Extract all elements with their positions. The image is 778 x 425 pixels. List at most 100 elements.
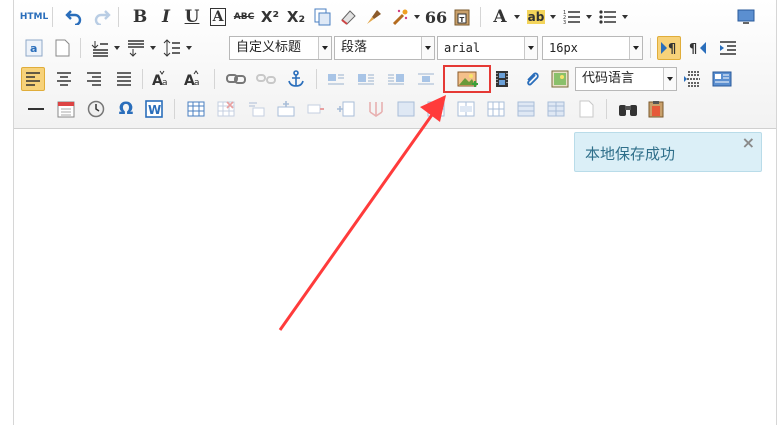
template-button[interactable] xyxy=(710,67,734,91)
redo-button[interactable] xyxy=(90,5,114,29)
align-justify-icon xyxy=(117,72,131,86)
row-spacing-bottom-button[interactable] xyxy=(124,36,148,60)
insert-video-button[interactable] xyxy=(490,67,514,91)
fullscreen-button[interactable] xyxy=(734,5,758,29)
format-brush-button[interactable] xyxy=(362,5,386,29)
insert-row-button[interactable] xyxy=(274,97,298,121)
chevron-down-icon[interactable] xyxy=(150,46,156,50)
split-rows-button[interactable] xyxy=(514,97,538,121)
unordered-list-icon xyxy=(599,10,616,24)
undo-button[interactable] xyxy=(62,5,86,29)
insert-table-button[interactable] xyxy=(184,97,208,121)
delete-table-icon xyxy=(217,101,235,117)
link-button[interactable] xyxy=(224,67,248,91)
chevron-down-icon[interactable] xyxy=(421,37,434,59)
delete-col-button[interactable] xyxy=(364,97,388,121)
direction-button[interactable]: a xyxy=(22,36,46,60)
image-none-button[interactable] xyxy=(324,67,348,91)
unlink-button[interactable] xyxy=(254,67,278,91)
time-button[interactable] xyxy=(84,97,108,121)
split-cells-button[interactable] xyxy=(484,97,508,121)
background-color-button[interactable]: ab xyxy=(524,5,548,29)
subscript-button[interactable]: X₂ xyxy=(284,5,308,29)
insert-col-button[interactable] xyxy=(334,97,358,121)
ltr-direction-button[interactable]: ¶ xyxy=(657,36,681,60)
map-button[interactable] xyxy=(548,67,572,91)
custom-title-select[interactable]: 自定义标题 xyxy=(229,36,332,60)
align-right-button[interactable] xyxy=(82,67,106,91)
attachment-button[interactable] xyxy=(520,67,544,91)
pagebreak-button[interactable] xyxy=(680,67,704,91)
delete-table-button[interactable] xyxy=(214,97,238,121)
underline-button[interactable]: U xyxy=(180,5,204,29)
eraser-button[interactable] xyxy=(336,5,360,29)
italic-button[interactable]: I xyxy=(154,5,178,29)
merge-down-button[interactable] xyxy=(454,97,478,121)
chevron-down-icon[interactable] xyxy=(663,68,676,90)
anchor-button[interactable] xyxy=(284,67,308,91)
lowercase-button[interactable]: Aa xyxy=(182,67,206,91)
align-left-button[interactable] xyxy=(21,67,45,91)
separator xyxy=(174,99,175,119)
word-image-button[interactable]: W xyxy=(142,97,166,121)
close-icon[interactable]: × xyxy=(742,133,755,152)
merge-cells-button[interactable] xyxy=(394,97,418,121)
rtl-direction-button[interactable]: ¶ xyxy=(686,36,710,60)
chevron-down-icon[interactable] xyxy=(318,37,331,59)
blockquote-button[interactable]: 66 xyxy=(424,5,448,29)
chevron-down-icon[interactable] xyxy=(622,15,628,19)
split-cols-icon xyxy=(547,101,565,117)
chevron-down-icon[interactable] xyxy=(414,15,420,19)
paragraph-select[interactable]: 段落 xyxy=(334,36,435,60)
new-doc-button[interactable] xyxy=(50,36,74,60)
row-spacing-top-button[interactable] xyxy=(88,36,112,60)
chevron-down-icon[interactable] xyxy=(114,46,120,50)
blank-page-icon xyxy=(55,39,70,57)
font-family-select[interactable]: arial xyxy=(437,36,538,60)
drafts-button[interactable] xyxy=(644,97,668,121)
line-height-button[interactable] xyxy=(160,36,184,60)
auto-typeset-button[interactable] xyxy=(388,5,412,29)
ltr-icon: ¶ xyxy=(661,42,676,56)
search-replace-button[interactable] xyxy=(616,97,640,121)
html-source-button[interactable]: HTML xyxy=(20,5,48,29)
code-language-select[interactable]: 代码语言 xyxy=(575,67,677,91)
omega-icon: Ω xyxy=(118,99,134,119)
chevron-down-icon[interactable] xyxy=(514,15,520,19)
ordered-list-button[interactable]: 123 xyxy=(560,5,584,29)
paste-plain-button[interactable] xyxy=(310,5,334,29)
font-border-button[interactable]: A xyxy=(206,5,230,29)
paste-plain-icon xyxy=(314,8,331,26)
special-chars-button[interactable]: Ω xyxy=(114,97,138,121)
align-justify-button[interactable] xyxy=(112,67,136,91)
image-center-button[interactable] xyxy=(414,67,438,91)
indent-button[interactable] xyxy=(716,36,740,60)
delete-row-button[interactable] xyxy=(304,97,328,121)
eraser-icon xyxy=(341,10,356,25)
align-center-button[interactable] xyxy=(52,67,76,91)
print-button[interactable] xyxy=(574,97,598,121)
paste-text-button[interactable]: T xyxy=(450,5,474,29)
editor-content-area[interactable] xyxy=(14,129,776,425)
bold-button[interactable]: B xyxy=(128,5,152,29)
image-left-button[interactable] xyxy=(354,67,378,91)
split-cols-button[interactable] xyxy=(544,97,568,121)
chevron-down-icon[interactable] xyxy=(524,37,537,59)
unordered-list-button[interactable] xyxy=(596,5,620,29)
superscript-button[interactable]: X² xyxy=(258,5,282,29)
uppercase-button[interactable]: Aa xyxy=(150,67,174,91)
insert-paragraph-before-table-button[interactable] xyxy=(244,97,268,121)
editor-toolbar: HTML B I U A ABC X² X₂ 66 T A ab 1 2 3 a… xyxy=(14,0,776,129)
merge-right-button[interactable] xyxy=(424,97,448,121)
font-size-select[interactable]: 16px xyxy=(542,36,643,60)
strikethrough-button[interactable]: ABC xyxy=(232,5,256,29)
date-button[interactable] xyxy=(54,97,78,121)
chevron-down-icon[interactable] xyxy=(186,46,192,50)
font-color-button[interactable]: A xyxy=(488,5,512,29)
template-icon xyxy=(712,71,732,87)
horizontal-rule-button[interactable] xyxy=(24,97,48,121)
image-right-button[interactable] xyxy=(384,67,408,91)
chevron-down-icon[interactable] xyxy=(550,15,556,19)
chevron-down-icon[interactable] xyxy=(586,15,592,19)
chevron-down-icon[interactable] xyxy=(629,37,642,59)
